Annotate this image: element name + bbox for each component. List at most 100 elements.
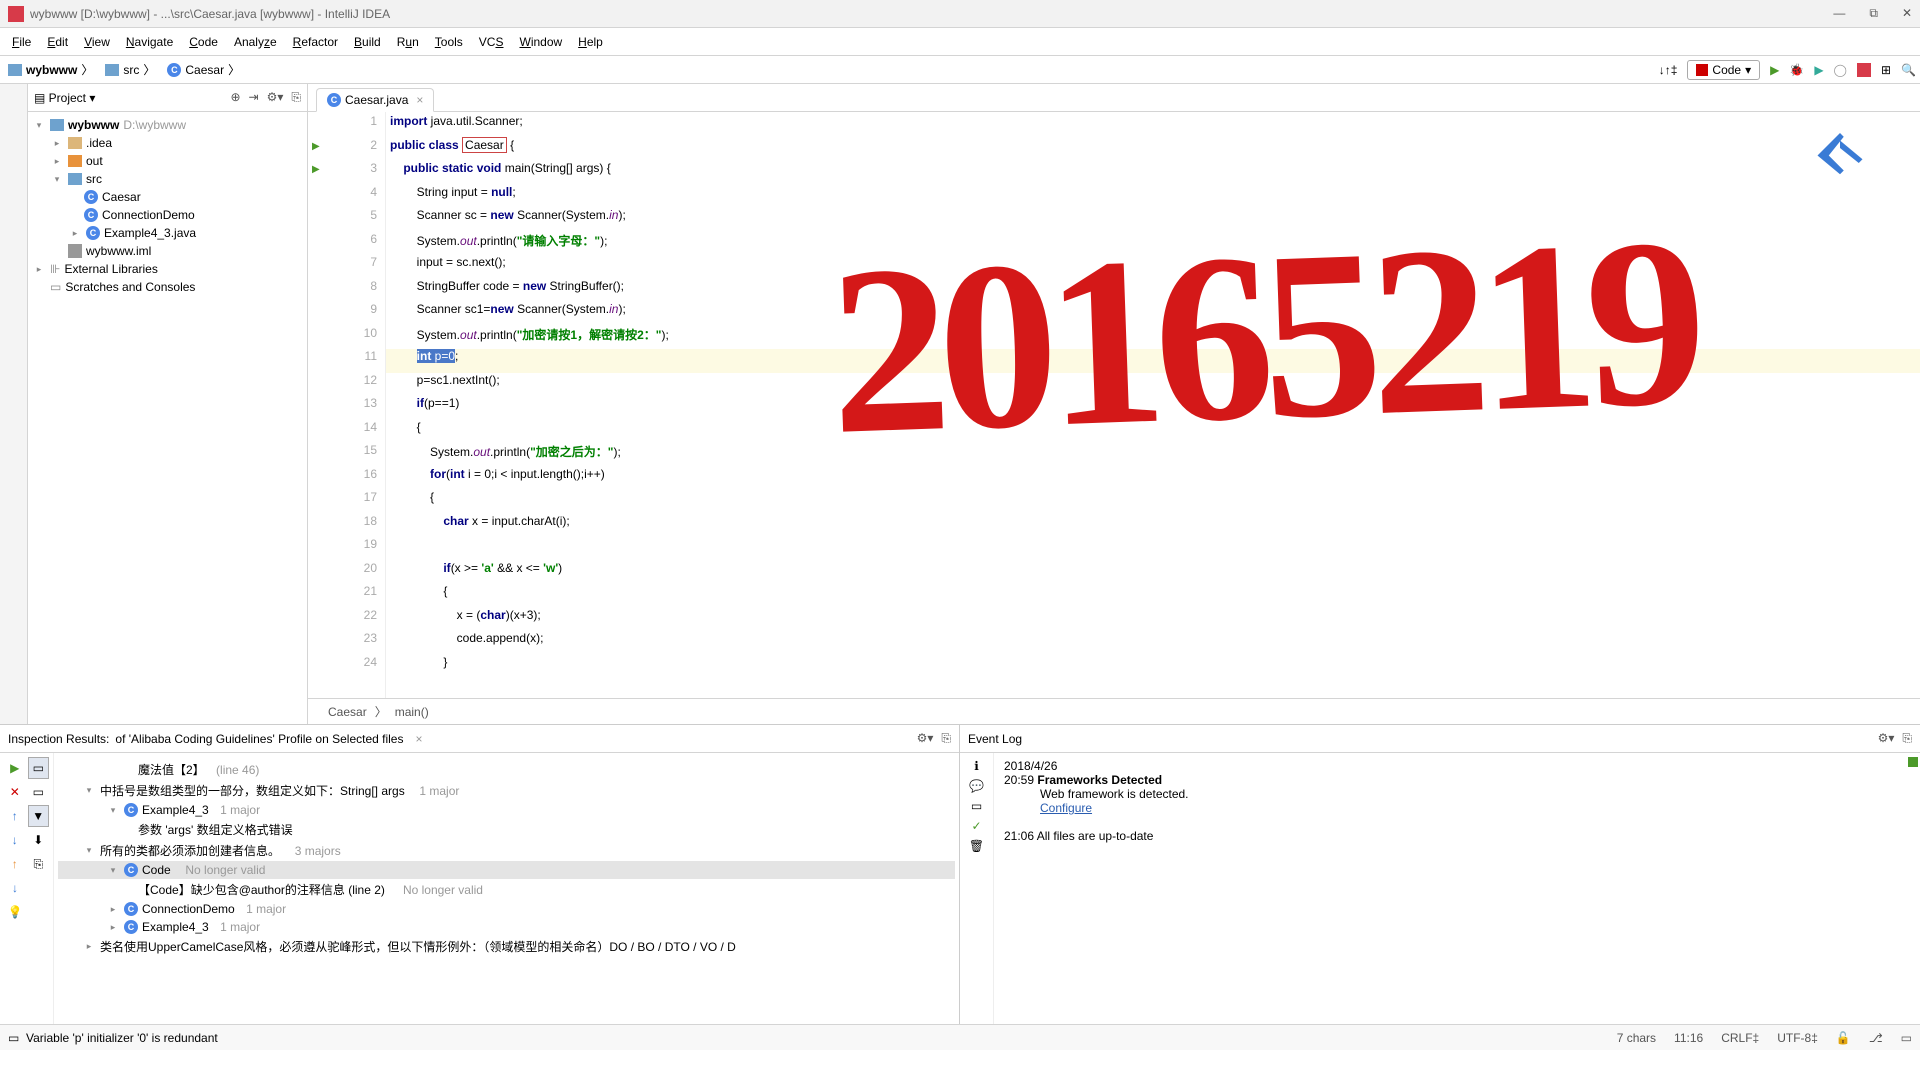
menu-view[interactable]: View [76, 31, 118, 53]
menu-tools[interactable]: Tools [427, 31, 471, 53]
layout-button[interactable]: ⊞ [1881, 63, 1891, 77]
menu-help[interactable]: Help [570, 31, 611, 53]
settings-icon[interactable]: ⎘ [28, 853, 50, 875]
hide-icon[interactable]: ⎘ [941, 731, 951, 746]
notif-icon[interactable]: ▭ [1901, 1031, 1912, 1045]
search-button[interactable]: 🔍 [1901, 63, 1916, 77]
folder-icon [8, 64, 22, 76]
project-header: ▤ Project ▾ ⊕ ⇥ ⚙▾ ⎘ [28, 84, 307, 112]
rerun-icon[interactable]: ▶ [4, 757, 26, 779]
close-profile-icon[interactable]: × [415, 732, 422, 746]
log-event: All files are up-to-date [1037, 829, 1154, 843]
locate-icon[interactable]: ⊕ [230, 90, 240, 105]
close-button[interactable]: ✕ [1902, 6, 1912, 21]
status-pos[interactable]: 11:16 [1674, 1031, 1703, 1045]
bottom-panels: Inspection Results: of 'Alibaba Coding G… [0, 724, 1920, 1024]
tab-label: Caesar.java [345, 93, 408, 107]
status-message: Variable 'p' initializer '0' is redundan… [26, 1031, 218, 1045]
coverage-button[interactable]: ▶ [1814, 63, 1823, 77]
collapse-icon[interactable]: ⇥ [249, 90, 259, 105]
crumb-file[interactable]: CCaesar 〉 [163, 59, 244, 80]
java-class-icon: C [167, 63, 181, 77]
crumb-src[interactable]: src 〉 [101, 59, 159, 80]
run-config-selector[interactable]: Code ▾ [1687, 60, 1760, 80]
project-view-selector[interactable]: ▤ Project ▾ [34, 91, 95, 105]
git-icon[interactable]: ⎇ [1869, 1031, 1883, 1045]
group-icon[interactable]: ▭ [28, 757, 50, 779]
menu-build[interactable]: Build [346, 31, 389, 53]
inspection-title: Inspection Results: [8, 732, 109, 746]
configure-link[interactable]: Configure [1040, 801, 1092, 815]
run-button[interactable]: ▶ [1770, 63, 1779, 77]
menu-analyze[interactable]: Analyze [226, 31, 285, 53]
tab-caesar[interactable]: C Caesar.java × [316, 88, 434, 112]
trash-icon[interactable]: 🗑 [969, 839, 984, 853]
log-detail: Web framework is detected. [1004, 787, 1910, 801]
gear-icon[interactable]: ⚙▾ [267, 90, 284, 105]
statusbar: ▭ Variable 'p' initializer '0' is redund… [0, 1024, 1920, 1050]
folder-icon [105, 64, 119, 76]
crumb-method[interactable]: main() [395, 705, 429, 719]
logo-watermark [1800, 118, 1880, 178]
status-chars: 7 chars [1617, 1031, 1656, 1045]
inspection-toolbar: ▶▭ ✕▭ ↑▼ ↓⬇ ↑⎘ ↓ 💡 [0, 753, 54, 1024]
project-tree[interactable]: ▾wybwww D:\wybwww ▸.idea ▸out ▾src CCaes… [28, 112, 307, 724]
menu-navigate[interactable]: Navigate [118, 31, 181, 53]
status-icon[interactable]: ▭ [8, 1031, 19, 1045]
menu-edit[interactable]: Edit [39, 31, 76, 53]
menu-run[interactable]: Run [389, 31, 427, 53]
crumb-root[interactable]: wybwww 〉 [4, 59, 97, 80]
maximize-button[interactable]: ⧉ [1869, 6, 1878, 21]
navbar: wybwww 〉 src 〉 CCaesar 〉 ↓↑‡ Code ▾ ▶ 🐞 … [0, 56, 1920, 84]
inspection-tree[interactable]: 魔法值【2】 (line 46) ▾中括号是数组类型的一部分，数组定义如下：St… [54, 753, 959, 1024]
minimize-button[interactable]: — [1833, 6, 1845, 21]
bulb-icon[interactable]: 💡 [4, 901, 26, 923]
eventlog-title: Event Log [968, 732, 1022, 746]
readonly-icon[interactable]: 🔓 [1836, 1031, 1851, 1045]
status-line-ending[interactable]: CRLF‡ [1721, 1031, 1759, 1045]
editor-area: C Caesar.java × 1▶2▶34567891011121314151… [308, 84, 1920, 724]
up2-icon[interactable]: ↑ [4, 853, 26, 875]
hide-icon[interactable]: ⎘ [291, 90, 301, 105]
window-title: wybwww [D:\wybwww] - ...\src\Caesar.java… [30, 7, 390, 21]
project-tool-button[interactable] [0, 84, 28, 724]
gear-icon[interactable]: ⚙▾ [1878, 731, 1895, 746]
mark-icon[interactable]: ▭ [971, 799, 982, 813]
up-icon[interactable]: ↑ [4, 805, 26, 827]
editor-body[interactable]: 1▶2▶345678910111213141516171819202122232… [308, 112, 1920, 698]
group2-icon[interactable]: ▭ [28, 781, 50, 803]
crumb-class[interactable]: Caesar [328, 705, 367, 719]
filter-icon[interactable]: ▼ [28, 805, 50, 827]
close-tab-icon[interactable]: × [416, 93, 423, 107]
cancel-icon[interactable]: ✕ [4, 781, 26, 803]
inspection-header: Inspection Results: of 'Alibaba Coding G… [0, 725, 959, 753]
menubar: File Edit View Navigate Code Analyze Ref… [0, 28, 1920, 56]
info-icon[interactable]: ℹ [974, 759, 979, 773]
code-breadcrumb: Caesar 〉 main() [308, 698, 1920, 724]
eventlog-content: 2018/4/26 20:59 Frameworks Detected Web … [994, 753, 1920, 1024]
gear-icon[interactable]: ⚙▾ [917, 731, 934, 746]
app-icon [8, 6, 24, 22]
eventlog-toolbar: ℹ 💬 ▭ ✓ 🗑 [960, 753, 994, 1024]
menu-window[interactable]: Window [511, 31, 570, 53]
hide-icon[interactable]: ⎘ [1902, 731, 1912, 746]
debug-button[interactable]: 🐞 [1789, 63, 1804, 77]
inspection-panel: Inspection Results: of 'Alibaba Coding G… [0, 725, 960, 1024]
menu-file[interactable]: File [4, 31, 39, 53]
down2-icon[interactable]: ↓ [4, 877, 26, 899]
menu-refactor[interactable]: Refactor [285, 31, 346, 53]
project-panel: ▤ Project ▾ ⊕ ⇥ ⚙▾ ⎘ ▾wybwww D:\wybwww ▸… [28, 84, 308, 724]
sync-icon[interactable]: ↓↑‡ [1659, 63, 1678, 77]
code-content[interactable]: import java.util.Scanner; public class C… [386, 112, 1920, 698]
status-encoding[interactable]: UTF-8‡ [1777, 1031, 1818, 1045]
menu-vcs[interactable]: VCS [471, 31, 512, 53]
export-icon[interactable]: ⬇ [28, 829, 50, 851]
balloon-icon[interactable]: 💬 [969, 779, 984, 793]
check-icon[interactable]: ✓ [971, 819, 981, 833]
profile-button[interactable]: ◯ [1834, 63, 1847, 77]
stop-button[interactable] [1857, 63, 1871, 77]
titlebar: wybwww [D:\wybwww] - ...\src\Caesar.java… [0, 0, 1920, 28]
down-icon[interactable]: ↓ [4, 829, 26, 851]
error-icon [1696, 64, 1708, 76]
menu-code[interactable]: Code [181, 31, 226, 53]
